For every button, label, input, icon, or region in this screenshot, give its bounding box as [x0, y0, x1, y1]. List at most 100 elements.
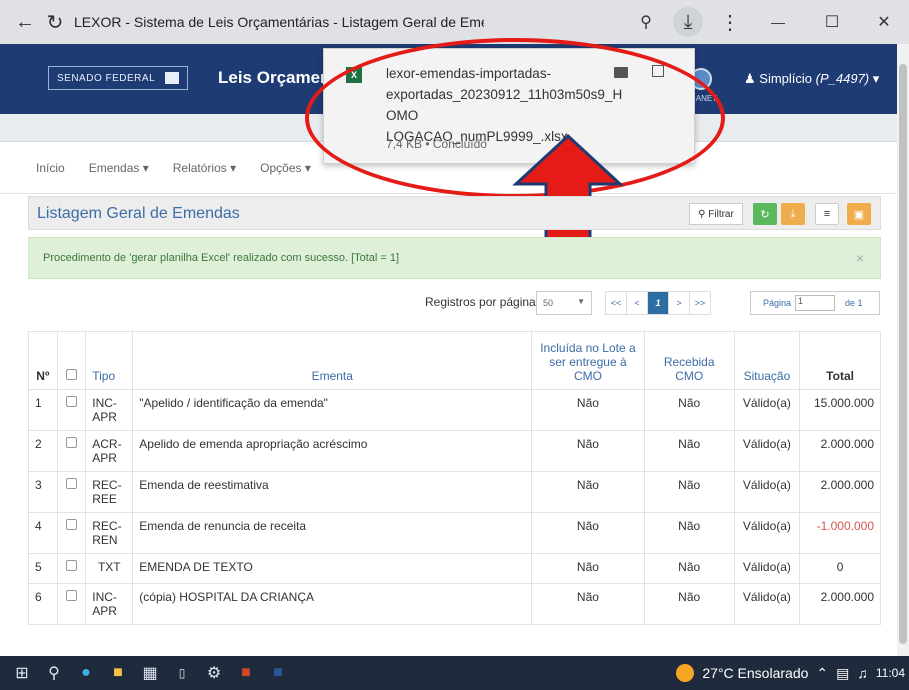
cell-select[interactable] [56, 389, 87, 431]
emendas-table: Nº Tipo Ementa Incluída no Lote a ser en… [28, 331, 881, 625]
cell-total: 2.000.000 [799, 583, 881, 625]
cell-ementa[interactable]: EMENDA DE TEXTO [132, 553, 533, 584]
cell-situacao: Válido(a) [733, 553, 801, 584]
last-page-button[interactable]: >> [689, 291, 711, 315]
browser-titlebar: ← ↻ LEXOR - Sistema de Leis Orçamentária… [0, 0, 909, 44]
per-page-select[interactable]: 50 ▼ [536, 291, 592, 315]
back-icon[interactable]: ← [10, 7, 40, 37]
table-row[interactable]: 2 ACR-APR Apelido de emenda apropriação … [28, 430, 881, 472]
export-download-button[interactable]: ⤓ [781, 203, 805, 225]
row-checkbox[interactable] [65, 437, 77, 448]
table-row[interactable]: 6 INC-APR (cópia) HOSPITAL DA CRIANÇA Nã… [28, 583, 881, 625]
col-situacao[interactable]: Situação [733, 331, 801, 390]
row-checkbox[interactable] [65, 396, 77, 407]
clock[interactable]: 11:04 [876, 666, 905, 680]
pagination: << < 1 > >> [605, 291, 711, 315]
app-icon[interactable]: ▯ [166, 656, 198, 690]
list-view-button[interactable]: ≡ [815, 203, 839, 225]
folder-icon[interactable] [614, 67, 628, 78]
download-filename[interactable]: lexor-emendas-importadas-exportadas_2023… [386, 63, 626, 147]
cell-select[interactable] [56, 512, 87, 554]
scrollbar-thumb[interactable] [899, 64, 907, 644]
menu-relatorios[interactable]: Relatórios ▾ [173, 161, 236, 175]
cell-select[interactable] [56, 471, 87, 513]
cell-ementa[interactable]: Emenda de reestimativa [132, 471, 533, 513]
row-checkbox[interactable] [65, 590, 77, 601]
table-row[interactable]: 1 INC-APR "Apelido / identificação da em… [28, 389, 881, 431]
cell-num: 3 [28, 471, 58, 513]
cell-select[interactable] [56, 583, 87, 625]
panel-header: Listagem Geral de Emendas ⚲ Filtrar ↻ ⤓ … [28, 196, 881, 230]
file-explorer-icon[interactable]: ■ [102, 656, 134, 690]
kebab-icon[interactable]: ⋮ [709, 7, 751, 37]
alert-message: Procedimento de 'gerar planilha Excel' r… [43, 252, 400, 264]
user-id: (P_4497) [815, 71, 870, 86]
row-checkbox[interactable] [65, 560, 77, 571]
taskbar: ⊞ ⚲ ● ■ ▦ ▯ ⚙ ■ ■ 27°C Ensolarado ⌃ ▤ ♫ … [0, 656, 909, 690]
filter-button[interactable]: ⚲ Filtrar [689, 203, 743, 225]
zoom-icon[interactable]: ⚲ [625, 7, 667, 37]
settings-icon[interactable]: ⚙ [198, 656, 230, 690]
reload-icon[interactable]: ↻ [40, 7, 70, 37]
maximize-button[interactable]: ☐ [805, 7, 859, 37]
senado-logo[interactable]: SENADO FEDERAL [48, 66, 189, 90]
download-icon[interactable]: ⤓ [673, 7, 703, 37]
page-scrollbar[interactable] [897, 44, 909, 656]
table-row[interactable]: 4 REC-REN Emenda de renuncia de receita … [28, 512, 881, 554]
cell-ementa[interactable]: (cópia) HOSPITAL DA CRIANÇA [132, 583, 533, 625]
row-checkbox[interactable] [65, 519, 77, 530]
edge-icon[interactable]: ● [70, 656, 102, 690]
col-total[interactable]: Total [799, 331, 881, 390]
open-external-icon[interactable] [652, 65, 664, 77]
close-button[interactable]: ✕ [859, 7, 909, 37]
cell-situacao: Válido(a) [733, 471, 801, 513]
cell-recebida: Não [643, 583, 735, 625]
menu-emendas[interactable]: Emendas ▾ [89, 161, 149, 175]
col-recebida[interactable]: Recebida CMO [643, 331, 735, 390]
next-page-button[interactable]: > [668, 291, 690, 315]
user-menu[interactable]: ♟ Simplício (P_4497) ▾ [744, 71, 879, 87]
cell-recebida: Não [643, 389, 735, 431]
page-of-label: de 1 [845, 298, 863, 308]
col-tipo[interactable]: Tipo [85, 331, 134, 390]
cell-incluida: Não [531, 389, 645, 431]
network-icon[interactable]: ▤ [836, 665, 849, 682]
select-all-checkbox[interactable] [65, 369, 77, 380]
minimize-button[interactable]: — [751, 7, 805, 37]
cell-ementa[interactable]: "Apelido / identificação da emenda" [132, 389, 533, 431]
excel-export-button[interactable]: ▣ [847, 203, 871, 225]
weather-text[interactable]: 27°C Ensolarado [702, 665, 808, 681]
alert-close-icon[interactable]: × [856, 250, 864, 266]
per-page-value: 50 [543, 298, 554, 308]
chevron-up-icon[interactable]: ⌃ [816, 665, 828, 682]
powerpoint-icon[interactable]: ■ [230, 656, 262, 690]
first-page-button[interactable]: << [605, 291, 627, 315]
brand-title[interactable]: Leis Orçamen [218, 68, 330, 88]
calculator-icon[interactable]: ▦ [134, 656, 166, 690]
col-ementa[interactable]: Ementa [132, 331, 533, 390]
current-page-button[interactable]: 1 [647, 291, 669, 315]
menu-opcoes[interactable]: Opções ▾ [260, 161, 311, 175]
cell-tipo: INC-APR [85, 583, 134, 625]
row-checkbox[interactable] [65, 478, 77, 489]
cell-select[interactable] [56, 430, 87, 472]
col-select-all[interactable] [56, 331, 87, 390]
windows-start-icon[interactable]: ⊞ [6, 656, 38, 690]
volume-icon[interactable]: ♫ [857, 665, 868, 681]
prev-page-button[interactable]: < [626, 291, 648, 315]
download-popup: X lexor-emendas-importadas-exportadas_20… [323, 48, 695, 164]
table-row[interactable]: 5 TXT EMENDA DE TEXTO Não Não Válido(a) … [28, 553, 881, 584]
col-incluida[interactable]: Incluída no Lote a ser entregue à CMO [531, 331, 645, 390]
word-icon[interactable]: ■ [262, 656, 294, 690]
cell-total: 2.000.000 [799, 471, 881, 513]
menu-inicio[interactable]: Início [36, 161, 65, 175]
page-input[interactable]: 1 [795, 295, 836, 311]
cell-select[interactable] [56, 553, 87, 584]
cell-situacao: Válido(a) [733, 512, 801, 554]
cell-ementa[interactable]: Apelido de emenda apropriação acréscimo [132, 430, 533, 472]
refresh-button[interactable]: ↻ [753, 203, 777, 225]
cell-incluida: Não [531, 471, 645, 513]
table-row[interactable]: 3 REC-REE Emenda de reestimativa Não Não… [28, 471, 881, 513]
cell-ementa[interactable]: Emenda de renuncia de receita [132, 512, 533, 554]
search-icon[interactable]: ⚲ [38, 656, 70, 690]
